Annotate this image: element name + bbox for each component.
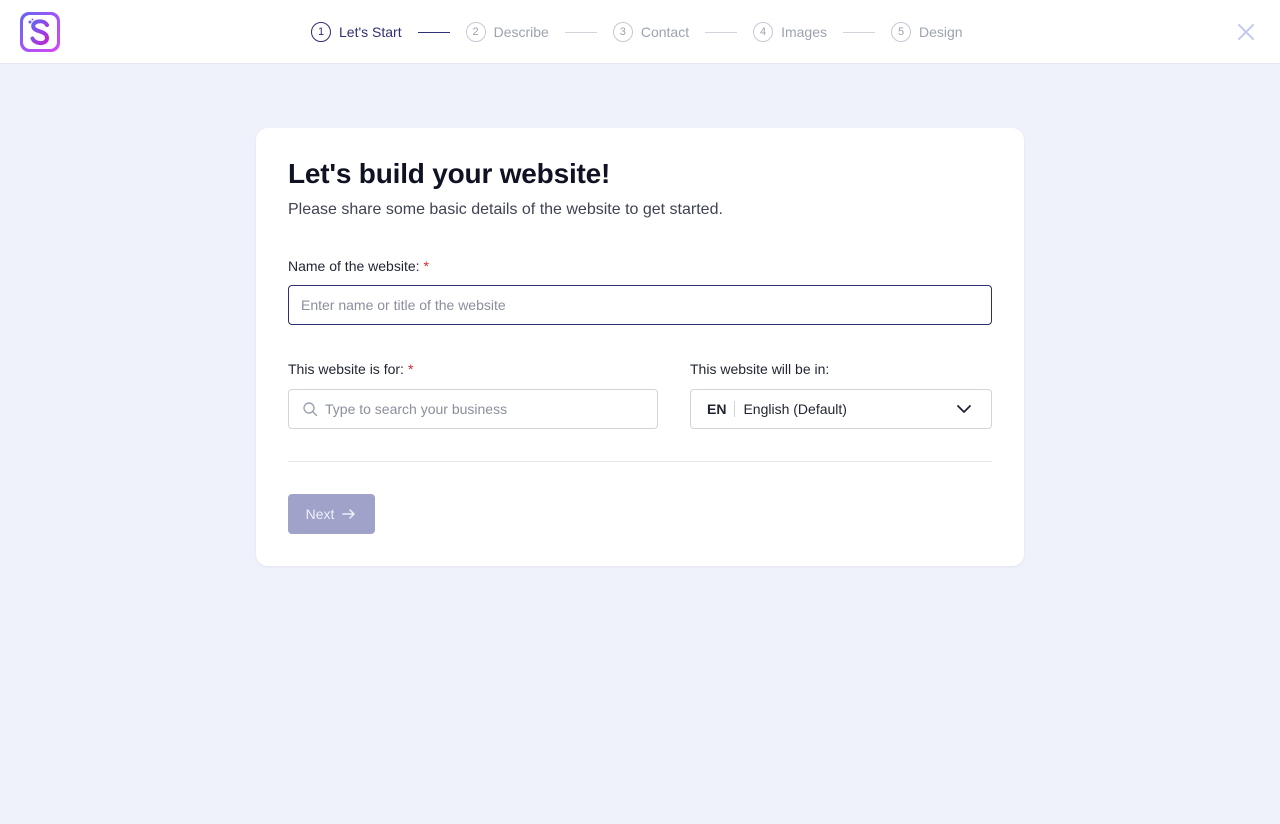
business-search-field[interactable] (288, 389, 658, 429)
brand-logo[interactable] (20, 12, 60, 52)
top-bar: 1 Let's Start 2 Describe 3 Contact 4 Ima… (0, 0, 1280, 64)
step-number: 3 (612, 22, 633, 42)
step-connector (564, 31, 597, 33)
step-design: 5 Design (891, 22, 963, 42)
search-icon (302, 401, 318, 417)
step-connector (417, 31, 450, 33)
step-contact: 3 Contact (612, 22, 690, 42)
close-icon (1238, 24, 1254, 40)
website-for-label: This website is for: * (288, 361, 413, 377)
letter-s-logo-icon (23, 15, 57, 49)
business-search-input[interactable] (325, 391, 657, 427)
language-select[interactable]: EN English (Default) (690, 389, 992, 429)
step-label: Images (781, 24, 828, 40)
language-selected-value: English (Default) (743, 401, 847, 417)
setup-card: Let's build your website! Please share s… (256, 128, 1024, 566)
step-number: 4 (753, 22, 774, 42)
progress-steps: 1 Let's Start 2 Describe 3 Contact 4 Ima… (311, 21, 963, 43)
step-connector (705, 31, 738, 33)
next-button-label: Next (305, 506, 335, 522)
language-separator (734, 401, 736, 417)
step-label: Let's Start (339, 24, 402, 40)
required-mark: * (423, 258, 429, 274)
language-label: This website will be in: (690, 361, 830, 377)
website-name-label: Name of the website: * (288, 258, 429, 274)
step-connector (843, 31, 876, 33)
arrow-right-icon (341, 506, 357, 522)
chevron-down-icon (955, 400, 973, 418)
step-number: 5 (891, 22, 912, 42)
form-divider (288, 461, 992, 462)
close-button[interactable] (1236, 22, 1256, 42)
language-code: EN (707, 401, 727, 417)
step-label: Describe (493, 24, 549, 40)
step-number: 1 (311, 22, 331, 42)
website-for-label-text: This website is for: (288, 361, 404, 377)
step-images: 4 Images (753, 22, 827, 42)
website-name-input[interactable] (288, 285, 992, 325)
step-lets-start: 1 Let's Start (311, 22, 402, 42)
step-number: 2 (465, 22, 486, 42)
page-subtitle: Please share some basic details of the w… (288, 201, 723, 218)
website-name-label-text: Name of the website: (288, 258, 420, 274)
page-title: Let's build your website! (288, 158, 611, 189)
required-mark: * (407, 361, 414, 377)
step-label: Design (919, 24, 963, 40)
step-describe: 2 Describe (465, 22, 549, 42)
next-button[interactable]: Next (288, 494, 375, 534)
step-label: Contact (640, 24, 690, 40)
